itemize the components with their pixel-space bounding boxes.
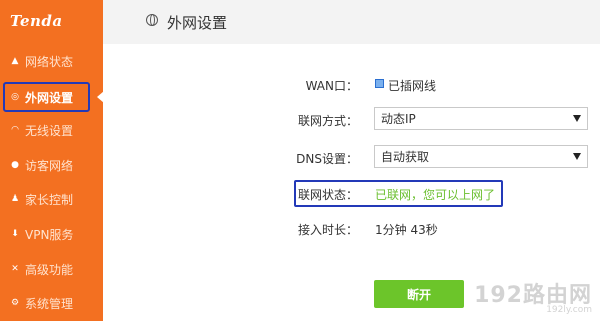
dns-label: DNS设置： — [296, 152, 358, 166]
sidebar-item-parental-control[interactable]: ♟ 家长控制 — [0, 185, 103, 213]
sidebar-item-wan-settings[interactable]: ◎ 外网设置 — [4, 83, 90, 111]
dropdown-arrow-icon — [573, 153, 581, 160]
duration-value: 1分钟 43秒 — [375, 223, 438, 237]
wan-cable-indicator-icon — [375, 79, 384, 88]
sidebar-item-network-status[interactable]: ▲ 网络状态 — [0, 47, 103, 75]
wan-label: WAN口： — [305, 79, 358, 93]
sidebar-item-label: 高级功能 — [25, 262, 74, 277]
sidebar: Tenda ▲ 网络状态 ◎ 外网设置 ◠ 无线设置 ● 访客网络 ♟ 家长控制… — [0, 0, 104, 321]
home-icon: ▲ — [11, 56, 19, 66]
location-pin-icon: ● — [11, 160, 19, 170]
sidebar-item-label: 访客网络 — [25, 158, 74, 173]
dropdown-arrow-icon — [573, 115, 581, 122]
wan-status-value: 已插网线 — [388, 79, 437, 93]
active-pointer — [97, 91, 104, 103]
watermark: 192路由网 192ly.com — [474, 277, 592, 315]
duration-label: 接入时长： — [297, 223, 358, 237]
sidebar-item-advanced[interactable]: ✕ 高级功能 — [0, 255, 103, 283]
sidebar-item-label: 网络状态 — [25, 54, 74, 69]
gear-icon: ⚙ — [10, 298, 20, 308]
page-title: 外网设置 — [167, 14, 228, 32]
tools-icon: ✕ — [11, 264, 19, 274]
sidebar-item-label: VPN服务 — [25, 227, 74, 242]
connection-status-value: 已联网，您可以上网了 — [375, 188, 496, 202]
dns-value: 自动获取 — [381, 150, 430, 164]
wifi-icon: ◠ — [11, 125, 19, 135]
globe-icon — [146, 14, 158, 26]
sidebar-item-vpn[interactable]: ⬇ VPN服务 — [0, 220, 103, 248]
sidebar-item-system[interactable]: ⚙ 系统管理 — [0, 289, 103, 317]
sidebar-item-label: 外网设置 — [25, 90, 74, 105]
tenda-logo: Tenda — [10, 12, 63, 30]
person-icon: ♟ — [10, 194, 20, 204]
connection-status-label: 联网状态： — [297, 188, 358, 202]
sidebar-item-label: 家长控制 — [25, 192, 74, 207]
sidebar-item-guest-network[interactable]: ● 访客网络 — [0, 151, 103, 179]
dns-select[interactable]: 自动获取 — [374, 145, 588, 168]
download-icon: ⬇ — [11, 229, 19, 239]
globe-icon: ◎ — [11, 92, 19, 102]
disconnect-button[interactable]: 断开 — [374, 280, 464, 308]
connection-mode-label: 联网方式： — [297, 114, 358, 128]
connection-mode-value: 动态IP — [381, 112, 416, 126]
sidebar-item-label: 系统管理 — [25, 296, 74, 311]
sidebar-item-label: 无线设置 — [25, 123, 74, 138]
sidebar-item-wireless[interactable]: ◠ 无线设置 — [0, 116, 103, 144]
connection-mode-select[interactable]: 动态IP — [374, 107, 588, 130]
